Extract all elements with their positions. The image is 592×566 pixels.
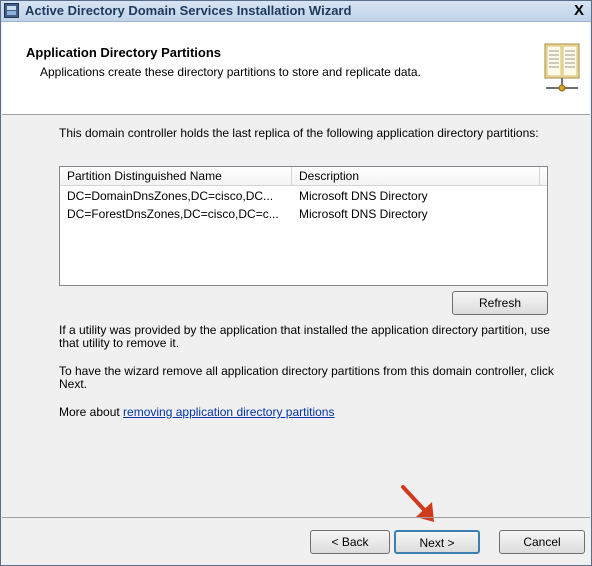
directory-book-icon <box>544 43 580 92</box>
remove-note: To have the wizard remove all applicatio… <box>59 364 554 391</box>
partition-name: DC=DomainDnsZones,DC=cisco,DC... <box>67 189 274 203</box>
list-item[interactable]: DC=DomainDnsZones,DC=cisco,DC... Microso… <box>60 187 547 205</box>
red-arrow-pointer <box>401 485 434 522</box>
wizard-header: Application Directory Partitions Applica… <box>2 22 590 115</box>
list-item[interactable]: DC=ForestDnsZones,DC=cisco,DC=c... Micro… <box>60 205 547 223</box>
cancel-button[interactable]: Cancel <box>499 530 585 554</box>
wizard-window-icon <box>4 3 19 18</box>
column-header-partition-name[interactable]: Partition Distinguished Name <box>67 169 222 183</box>
footer-divider <box>2 517 590 518</box>
next-button[interactable]: Next > <box>394 530 480 554</box>
partition-description: Microsoft DNS Directory <box>299 207 428 221</box>
back-button[interactable]: < Back <box>310 530 390 554</box>
refresh-button[interactable]: Refresh <box>452 291 548 315</box>
title-bar: Active Directory Domain Services Install… <box>1 1 591 22</box>
partition-description: Microsoft DNS Directory <box>299 189 428 203</box>
page-subtitle: Applications create these directory part… <box>40 65 421 79</box>
more-about-prefix: More about <box>59 405 124 419</box>
more-about-line: More about removing application director… <box>59 406 559 419</box>
wizard-window: Active Directory Domain Services Install… <box>0 0 592 566</box>
column-header-description[interactable]: Description <box>299 169 359 183</box>
partitions-list[interactable]: Partition Distinguished Name Description… <box>59 166 548 286</box>
column-divider[interactable] <box>539 167 540 185</box>
list-header: Partition Distinguished Name Description <box>60 167 547 186</box>
page-title: Application Directory Partitions <box>26 45 222 60</box>
window-title: Active Directory Domain Services Install… <box>25 3 352 18</box>
help-link[interactable]: removing application directory partition… <box>123 405 334 419</box>
intro-text: This domain controller holds the last re… <box>59 126 539 140</box>
column-divider[interactable] <box>291 167 292 185</box>
partition-name: DC=ForestDnsZones,DC=cisco,DC=c... <box>67 207 279 221</box>
utility-note: If a utility was provided by the applica… <box>59 323 550 350</box>
close-icon[interactable]: X <box>571 2 587 19</box>
